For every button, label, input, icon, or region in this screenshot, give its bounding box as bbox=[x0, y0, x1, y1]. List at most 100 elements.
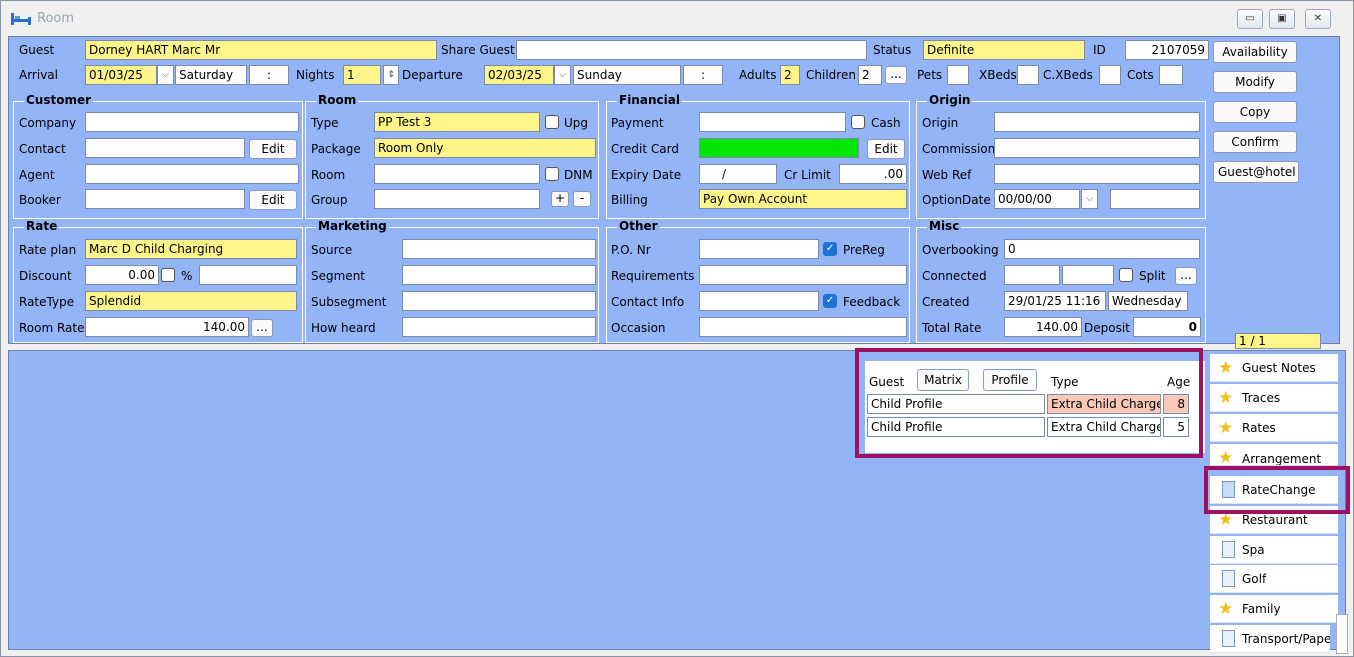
booker-field[interactable] bbox=[85, 189, 245, 209]
credit-card-edit-button[interactable]: Edit bbox=[867, 139, 905, 159]
chevron-down-icon[interactable]: ⌵ bbox=[157, 65, 174, 85]
sidebar-item-rates[interactable]: ★ Rates bbox=[1210, 414, 1338, 442]
segment-field[interactable] bbox=[402, 265, 596, 285]
customer-group-title: Customer bbox=[24, 93, 94, 107]
confirm-button[interactable]: Confirm bbox=[1213, 131, 1297, 153]
payment-field[interactable] bbox=[699, 112, 846, 132]
booker-edit-button[interactable]: Edit bbox=[249, 190, 297, 210]
connected-more-button[interactable]: ... bbox=[1175, 267, 1197, 285]
id-field: 2107059 bbox=[1125, 40, 1209, 60]
arrival-date-field[interactable]: 01/03/25 bbox=[85, 65, 157, 85]
sidebar-item-label: Rates bbox=[1242, 421, 1276, 435]
modify-button[interactable]: Modify bbox=[1213, 71, 1297, 93]
close-button[interactable]: ✕ bbox=[1305, 9, 1331, 29]
xbeds-field[interactable] bbox=[1017, 65, 1039, 85]
children-field[interactable]: 2 bbox=[858, 65, 882, 85]
overbooking-field[interactable]: 0 bbox=[1004, 239, 1200, 259]
maximize-button[interactable]: ▣ bbox=[1269, 9, 1295, 29]
company-field[interactable] bbox=[85, 112, 299, 132]
split-label: Split bbox=[1139, 269, 1166, 283]
arrival-time-field[interactable]: : bbox=[249, 65, 289, 85]
title-bar: Room ▭ ▣ ✕ bbox=[1, 1, 1353, 35]
po-number-field[interactable] bbox=[699, 239, 819, 259]
sidebar-item-transport[interactable]: Transport/Paper bbox=[1210, 625, 1330, 653]
agent-field[interactable] bbox=[85, 164, 299, 184]
source-label: Source bbox=[311, 243, 353, 257]
nights-field[interactable]: 1 bbox=[343, 65, 381, 85]
cr-limit-field[interactable]: .00 bbox=[839, 164, 907, 184]
split-checkbox[interactable] bbox=[1119, 268, 1133, 282]
room-type-field[interactable]: PP Test 3 bbox=[374, 112, 540, 132]
option-date-field[interactable]: 00/00/00 bbox=[994, 189, 1080, 209]
guest-field[interactable]: Dorney HART Marc Mr bbox=[85, 40, 437, 60]
origin-field[interactable] bbox=[994, 112, 1200, 132]
feedback-label: Feedback bbox=[843, 295, 901, 309]
departure-time-field[interactable]: : bbox=[683, 65, 723, 85]
adults-field[interactable]: 2 bbox=[780, 65, 800, 85]
discount-percent-checkbox[interactable] bbox=[161, 268, 175, 282]
contact-edit-button[interactable]: Edit bbox=[249, 139, 297, 159]
prereg-checkbox[interactable]: ✓ bbox=[823, 242, 837, 256]
rate-type-field[interactable]: Splendid bbox=[85, 291, 297, 311]
pets-field[interactable] bbox=[947, 65, 969, 85]
availability-button[interactable]: Availability bbox=[1213, 41, 1297, 63]
connected-field-2[interactable] bbox=[1062, 265, 1114, 285]
minimize-button[interactable]: ▭ bbox=[1237, 9, 1263, 29]
cash-checkbox[interactable] bbox=[851, 115, 865, 129]
group-label: Group bbox=[311, 193, 348, 207]
sidebar-item-family[interactable]: ★ Family bbox=[1210, 595, 1338, 623]
contact-info-field[interactable] bbox=[699, 291, 819, 311]
how-heard-field[interactable] bbox=[402, 317, 596, 337]
upg-checkbox[interactable] bbox=[545, 115, 559, 129]
status-label: Status bbox=[873, 43, 912, 57]
contact-field[interactable] bbox=[85, 138, 245, 158]
children-more-button[interactable]: ... bbox=[885, 66, 907, 84]
sidebar-item-arrangement[interactable]: ★ Arrangement bbox=[1210, 444, 1338, 466]
room-rate-label: Room Rate bbox=[19, 321, 85, 335]
guest-label: Guest bbox=[19, 43, 55, 57]
subsegment-field[interactable] bbox=[402, 291, 596, 311]
room-number-field[interactable] bbox=[374, 164, 540, 184]
credit-card-field[interactable] bbox=[699, 138, 859, 158]
billing-field[interactable]: Pay Own Account bbox=[699, 189, 907, 209]
departure-date-field[interactable]: 02/03/25 bbox=[484, 65, 554, 85]
room-rate-more-button[interactable]: ... bbox=[251, 319, 273, 337]
sidebar-item-traces[interactable]: ★ Traces bbox=[1210, 384, 1338, 412]
requirements-field[interactable] bbox=[699, 265, 907, 285]
package-field[interactable]: Room Only bbox=[374, 138, 596, 158]
rate-plan-field[interactable]: Marc D Child Charging bbox=[85, 239, 297, 259]
discount-extra-field[interactable] bbox=[199, 265, 297, 285]
share-guest-field[interactable] bbox=[516, 40, 867, 60]
commission-field[interactable] bbox=[994, 138, 1200, 158]
group-remove-button[interactable]: - bbox=[573, 191, 591, 207]
group-add-button[interactable]: + bbox=[551, 191, 569, 207]
sidebar-scrollbar[interactable] bbox=[1336, 614, 1348, 654]
feedback-checkbox[interactable]: ✓ bbox=[823, 294, 837, 308]
sidebar-item-guest-notes[interactable]: ★ Guest Notes bbox=[1210, 354, 1338, 382]
cots-field[interactable] bbox=[1159, 65, 1183, 85]
created-field: 29/01/25 11:16 bbox=[1004, 291, 1106, 311]
source-field[interactable] bbox=[402, 239, 596, 259]
web-ref-field[interactable] bbox=[994, 164, 1200, 184]
status-field[interactable]: Definite bbox=[923, 40, 1085, 60]
document-icon bbox=[1222, 541, 1235, 558]
room-rate-field[interactable]: 140.00 bbox=[85, 317, 249, 337]
dnm-checkbox[interactable] bbox=[545, 167, 559, 181]
group-field[interactable] bbox=[374, 189, 540, 209]
departure-label: Departure bbox=[402, 68, 463, 82]
cxbeds-field[interactable] bbox=[1099, 65, 1121, 85]
sidebar-item-golf[interactable]: Golf bbox=[1210, 565, 1338, 593]
expiry-date-label: Expiry Date bbox=[611, 168, 682, 182]
connected-field-1[interactable] bbox=[1004, 265, 1060, 285]
nights-spinner-icon[interactable]: ⇕ bbox=[383, 65, 399, 85]
option-date-extra-field[interactable] bbox=[1110, 189, 1200, 209]
sidebar-item-spa[interactable]: Spa bbox=[1210, 536, 1338, 564]
chevron-down-icon[interactable]: ⌵ bbox=[554, 65, 571, 85]
copy-button[interactable]: Copy bbox=[1213, 101, 1297, 123]
chevron-down-icon[interactable]: ⌵ bbox=[1081, 189, 1098, 209]
deposit-label: Deposit bbox=[1084, 321, 1130, 335]
expiry-date-field[interactable]: / bbox=[699, 164, 777, 184]
guest-at-hotel-button[interactable]: Guest@hotel bbox=[1213, 161, 1299, 183]
occasion-field[interactable] bbox=[699, 317, 907, 337]
discount-field[interactable]: 0.00 bbox=[85, 265, 159, 285]
